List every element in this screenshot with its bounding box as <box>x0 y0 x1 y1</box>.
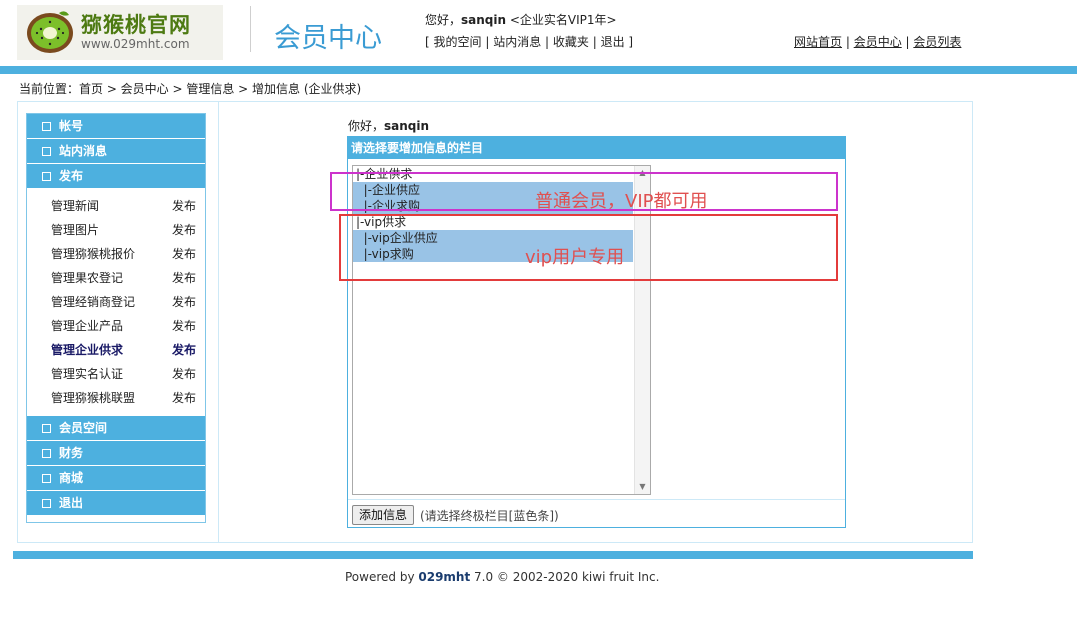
manage-link[interactable]: 管理新闻 <box>51 194 99 218</box>
manage-link[interactable]: 管理企业产品 <box>51 314 123 338</box>
breadcrumb: 当前位置：首页 > 会员中心 > 管理信息 > 增加信息 (企业供求) <box>19 82 362 96</box>
manage-link[interactable]: 管理企业供求 <box>51 338 123 362</box>
menu-head-label: 会员空间 <box>59 421 108 435</box>
square-icon <box>42 172 51 181</box>
publish-submenu: 管理新闻 发布 管理图片 发布 管理猕猴桃报价 发布 管理果农登记 发布 管理经销商登记… <box>27 189 205 416</box>
menu-head-label: 站内消息 <box>59 144 108 158</box>
menu-account[interactable]: 帐号 <box>27 114 205 139</box>
kiwi-logo-icon <box>27 11 73 53</box>
submenu-row: 管理图片 发布 <box>27 218 205 242</box>
menu-publish[interactable]: 发布 <box>27 164 205 189</box>
menu-member-space[interactable]: 会员空间 <box>27 416 205 441</box>
publish-link[interactable]: 发布 <box>172 266 196 290</box>
site-links: 网站首页 | 会员中心 | 会员列表 <box>794 35 962 49</box>
publish-link[interactable]: 发布 <box>172 218 196 242</box>
menu-head-label: 发布 <box>59 169 84 183</box>
panel-footer: 添加信息 (请选择终极栏目[蓝色条]) <box>348 499 845 527</box>
publish-link[interactable]: 发布 <box>172 338 196 362</box>
annotation-text-vip-only: vip用户专用 <box>525 247 625 268</box>
square-icon <box>42 449 51 458</box>
site-footer: Powered by 029mht 7.0 © 2002-2020 kiwi f… <box>345 570 659 584</box>
scroll-down-icon[interactable]: ▼ <box>635 480 650 494</box>
manage-link[interactable]: 管理猕猴桃报价 <box>51 242 135 266</box>
link-messages[interactable]: 站内消息 <box>493 35 541 49</box>
link-logout[interactable]: 退出 <box>601 35 625 49</box>
section-title: 会员中心 <box>274 23 382 54</box>
sidebar-menu: 帐号 站内消息 发布 管理新闻 发布 管理图片 发布 管理猕猴桃报价 发布 管理果农登… <box>26 113 206 523</box>
menu-logout[interactable]: 退出 <box>27 491 205 516</box>
footer-rest: 7.0 © 2002-2020 kiwi fruit Inc. <box>470 570 660 584</box>
menu-head-label: 帐号 <box>59 119 84 133</box>
menu-messages[interactable]: 站内消息 <box>27 139 205 164</box>
publish-link[interactable]: 发布 <box>172 194 196 218</box>
site-header: 猕猴桃官网 www.029mht.com 会员中心 您好，sanqin <企业实… <box>0 0 1077 66</box>
submenu-row: 管理企业产品 发布 <box>27 314 205 338</box>
submenu-row: 管理果农登记 发布 <box>27 266 205 290</box>
publish-link[interactable]: 发布 <box>172 290 196 314</box>
menu-head-label: 商城 <box>59 471 84 485</box>
square-icon <box>42 424 51 433</box>
manage-link[interactable]: 管理实名认证 <box>51 362 123 386</box>
site-logo[interactable]: 猕猴桃官网 www.029mht.com <box>17 5 223 60</box>
square-icon <box>42 147 51 156</box>
header-divider <box>250 6 251 52</box>
submenu-row: 管理新闻 发布 <box>27 194 205 218</box>
user-links: [ 我的空间 | 站内消息 | 收藏夹 | 退出 ] <box>425 35 634 49</box>
content-greeting: 你好，sanqin <box>348 117 429 134</box>
menu-finance[interactable]: 财务 <box>27 441 205 466</box>
square-icon <box>42 122 51 131</box>
manage-link[interactable]: 管理猕猴桃联盟 <box>51 386 135 410</box>
menu-shop[interactable]: 商城 <box>27 466 205 491</box>
username: sanqin <box>461 13 507 27</box>
link-favorites[interactable]: 收藏夹 <box>553 35 589 49</box>
greeting-prefix: 您好， <box>425 13 462 27</box>
manage-link[interactable]: 管理果农登记 <box>51 266 123 290</box>
footer-brand[interactable]: 029mht <box>418 570 470 584</box>
publish-link[interactable]: 发布 <box>172 386 196 410</box>
logo-url: www.029mht.com <box>81 37 190 51</box>
hello-user: sanqin <box>384 119 430 133</box>
panel-title: 请选择要增加信息的栏目 <box>348 137 845 159</box>
menu-head-label: 退出 <box>59 496 84 510</box>
logo-title: 猕猴桃官网 <box>81 13 191 37</box>
publish-link[interactable]: 发布 <box>172 242 196 266</box>
link-my-space[interactable]: 我的空间 <box>434 35 482 49</box>
select-hint: (请选择终极栏目[蓝色条]) <box>420 509 559 523</box>
link-home[interactable]: 网站首页 <box>794 35 842 49</box>
annotation-text-all-members: 普通会员，VIP都可用 <box>535 191 708 212</box>
link-member-list[interactable]: 会员列表 <box>913 35 961 49</box>
add-info-button[interactable]: 添加信息 <box>352 505 415 525</box>
submenu-row: 管理猕猴桃报价 发布 <box>27 242 205 266</box>
manage-link[interactable]: 管理图片 <box>51 218 99 242</box>
link-member-center[interactable]: 会员中心 <box>854 35 902 49</box>
square-icon <box>42 474 51 483</box>
footer-prefix: Powered by <box>345 570 419 584</box>
header-bar <box>0 66 1077 74</box>
submenu-row: 管理实名认证 发布 <box>27 362 205 386</box>
submenu-row: 管理猕猴桃联盟 发布 <box>27 386 205 410</box>
publish-link[interactable]: 发布 <box>172 362 196 386</box>
user-level: <企业实名VIP1年> <box>506 13 617 27</box>
submenu-row-active: 管理企业供求 发布 <box>27 338 205 362</box>
footer-bar <box>13 551 973 559</box>
column-divider <box>218 101 219 543</box>
square-icon <box>42 499 51 508</box>
user-greeting: 您好，sanqin <企业实名VIP1年> <box>425 11 617 28</box>
manage-link[interactable]: 管理经销商登记 <box>51 290 135 314</box>
publish-link[interactable]: 发布 <box>172 314 196 338</box>
menu-head-label: 财务 <box>59 446 84 460</box>
hello-prefix: 你好， <box>348 119 385 133</box>
submenu-row: 管理经销商登记 发布 <box>27 290 205 314</box>
